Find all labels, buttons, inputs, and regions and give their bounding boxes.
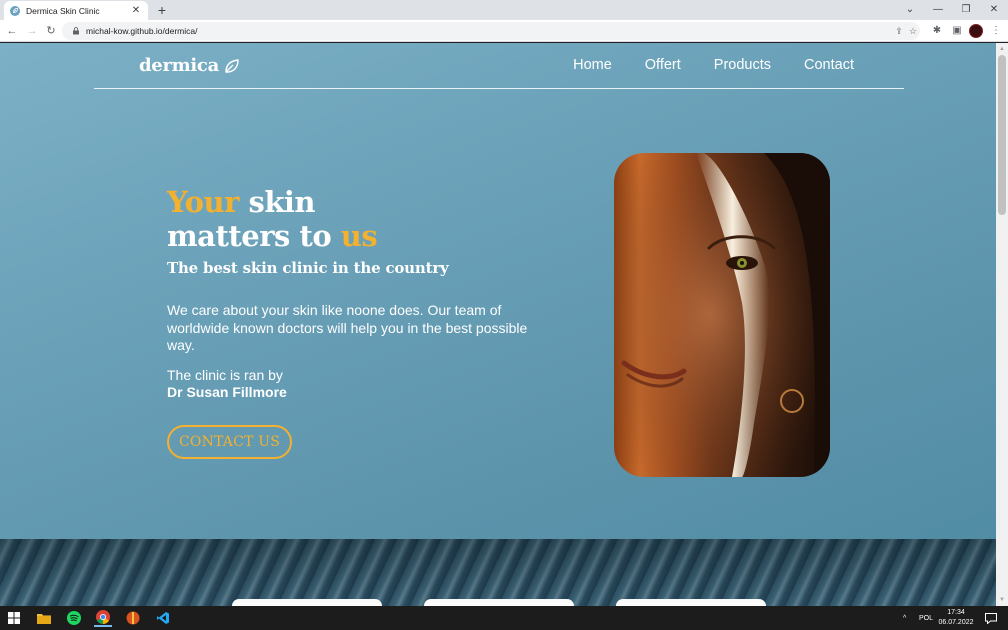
nav-offert[interactable]: Offert — [645, 57, 681, 73]
windows-start-icon[interactable] — [5, 609, 23, 627]
hero-section: Your skin matters to us The best skin cl… — [167, 185, 547, 459]
profile-avatar[interactable] — [969, 24, 983, 38]
scroll-down-icon[interactable]: ▼ — [996, 594, 1008, 606]
page-scrollbar[interactable]: ▲ ▼ — [996, 43, 1008, 606]
star-icon[interactable]: ☆ — [906, 26, 920, 37]
notification-icon[interactable] — [982, 609, 1000, 627]
menu-icon[interactable]: ⋮ — [988, 23, 1004, 39]
logo-text: dermica — [139, 55, 219, 76]
scroll-up-icon[interactable]: ▲ — [996, 43, 1008, 55]
hero-subtitle: The best skin clinic in the country — [167, 259, 449, 277]
browser-toolbar: ← → ↻ michal-kow.github.io/dermica/ ⇪ ☆ … — [0, 20, 1008, 42]
leaf-icon — [10, 5, 20, 16]
site-logo[interactable]: dermica — [139, 55, 240, 76]
tab-title: Dermica Skin Clinic — [26, 5, 100, 16]
extensions-icon[interactable]: ✱ — [929, 23, 945, 39]
back-arrow-icon[interactable]: ← — [4, 23, 20, 39]
nav-contact[interactable]: Contact — [804, 57, 854, 73]
restore-button[interactable]: ❐ — [952, 0, 980, 20]
url-text[interactable]: michal-kow.github.io/dermica/ — [86, 26, 892, 36]
reload-icon[interactable]: ↻ — [43, 23, 59, 39]
share-icon[interactable]: ⇪ — [892, 26, 906, 37]
address-bar[interactable]: michal-kow.github.io/dermica/ ⇪ ☆ — [62, 22, 920, 40]
lock-icon — [73, 27, 79, 35]
nav-products[interactable]: Products — [714, 57, 771, 73]
tray-chevron-icon[interactable]: ^ — [903, 606, 906, 630]
headline-accent-your: Your — [167, 185, 239, 219]
clock-time: 17:34 — [947, 609, 965, 616]
language-indicator[interactable]: POL — [919, 606, 933, 630]
site-header: dermica Home Offert Products Contact — [94, 43, 904, 89]
doctor-name: Dr Susan Fillmore — [167, 384, 287, 400]
page-viewport: dermica Home Offert Products Contact You… — [0, 43, 996, 606]
new-tab-button[interactable]: + — [154, 2, 170, 18]
card-top — [232, 599, 382, 606]
headline-accent-us: us — [340, 219, 378, 253]
side-panel-icon[interactable]: ▣ — [949, 23, 965, 39]
hero-description: We care about your skin like noone does.… — [167, 302, 528, 353]
tab-close-icon[interactable]: ✕ — [130, 5, 142, 17]
leaf-icon — [225, 58, 239, 73]
forward-arrow-icon[interactable]: → — [24, 23, 40, 39]
vscode-icon[interactable] — [154, 609, 172, 627]
nav-home[interactable]: Home — [573, 57, 612, 73]
hero-portrait-image — [614, 153, 830, 477]
contact-us-button[interactable]: CONTACT US — [167, 424, 293, 459]
portrait-illustration — [614, 153, 830, 477]
chrome-icon[interactable] — [94, 609, 112, 627]
hero-headline: Your skin matters to us — [167, 185, 547, 253]
browser-app-icon[interactable] — [124, 609, 142, 627]
headline-matters: matters to — [167, 219, 341, 253]
ran-by-label: The clinic is ran by — [167, 366, 283, 383]
window-close-button[interactable]: ✕ — [980, 0, 1008, 20]
tab-strip: Dermica Skin Clinic ✕ + ⌄ — ❐ ✕ — [0, 0, 1008, 20]
spotify-icon[interactable] — [65, 609, 83, 627]
headline-skin: skin — [238, 185, 316, 219]
main-nav: Home Offert Products Contact — [573, 57, 854, 73]
card-top — [616, 599, 766, 606]
card-top — [424, 599, 574, 606]
water-banner-image — [0, 539, 996, 606]
minimize-button[interactable]: — — [924, 0, 952, 20]
browser-tab[interactable]: Dermica Skin Clinic ✕ — [4, 1, 148, 20]
scrollbar-thumb[interactable] — [998, 55, 1006, 215]
system-clock[interactable]: 17:34 06.07.2022 — [935, 608, 977, 628]
file-explorer-icon[interactable] — [35, 609, 53, 627]
clock-date: 06.07.2022 — [938, 619, 974, 626]
tab-search-icon[interactable]: ⌄ — [896, 0, 924, 20]
windows-taskbar: ^ POL 17:34 06.07.2022 — [0, 606, 1008, 630]
